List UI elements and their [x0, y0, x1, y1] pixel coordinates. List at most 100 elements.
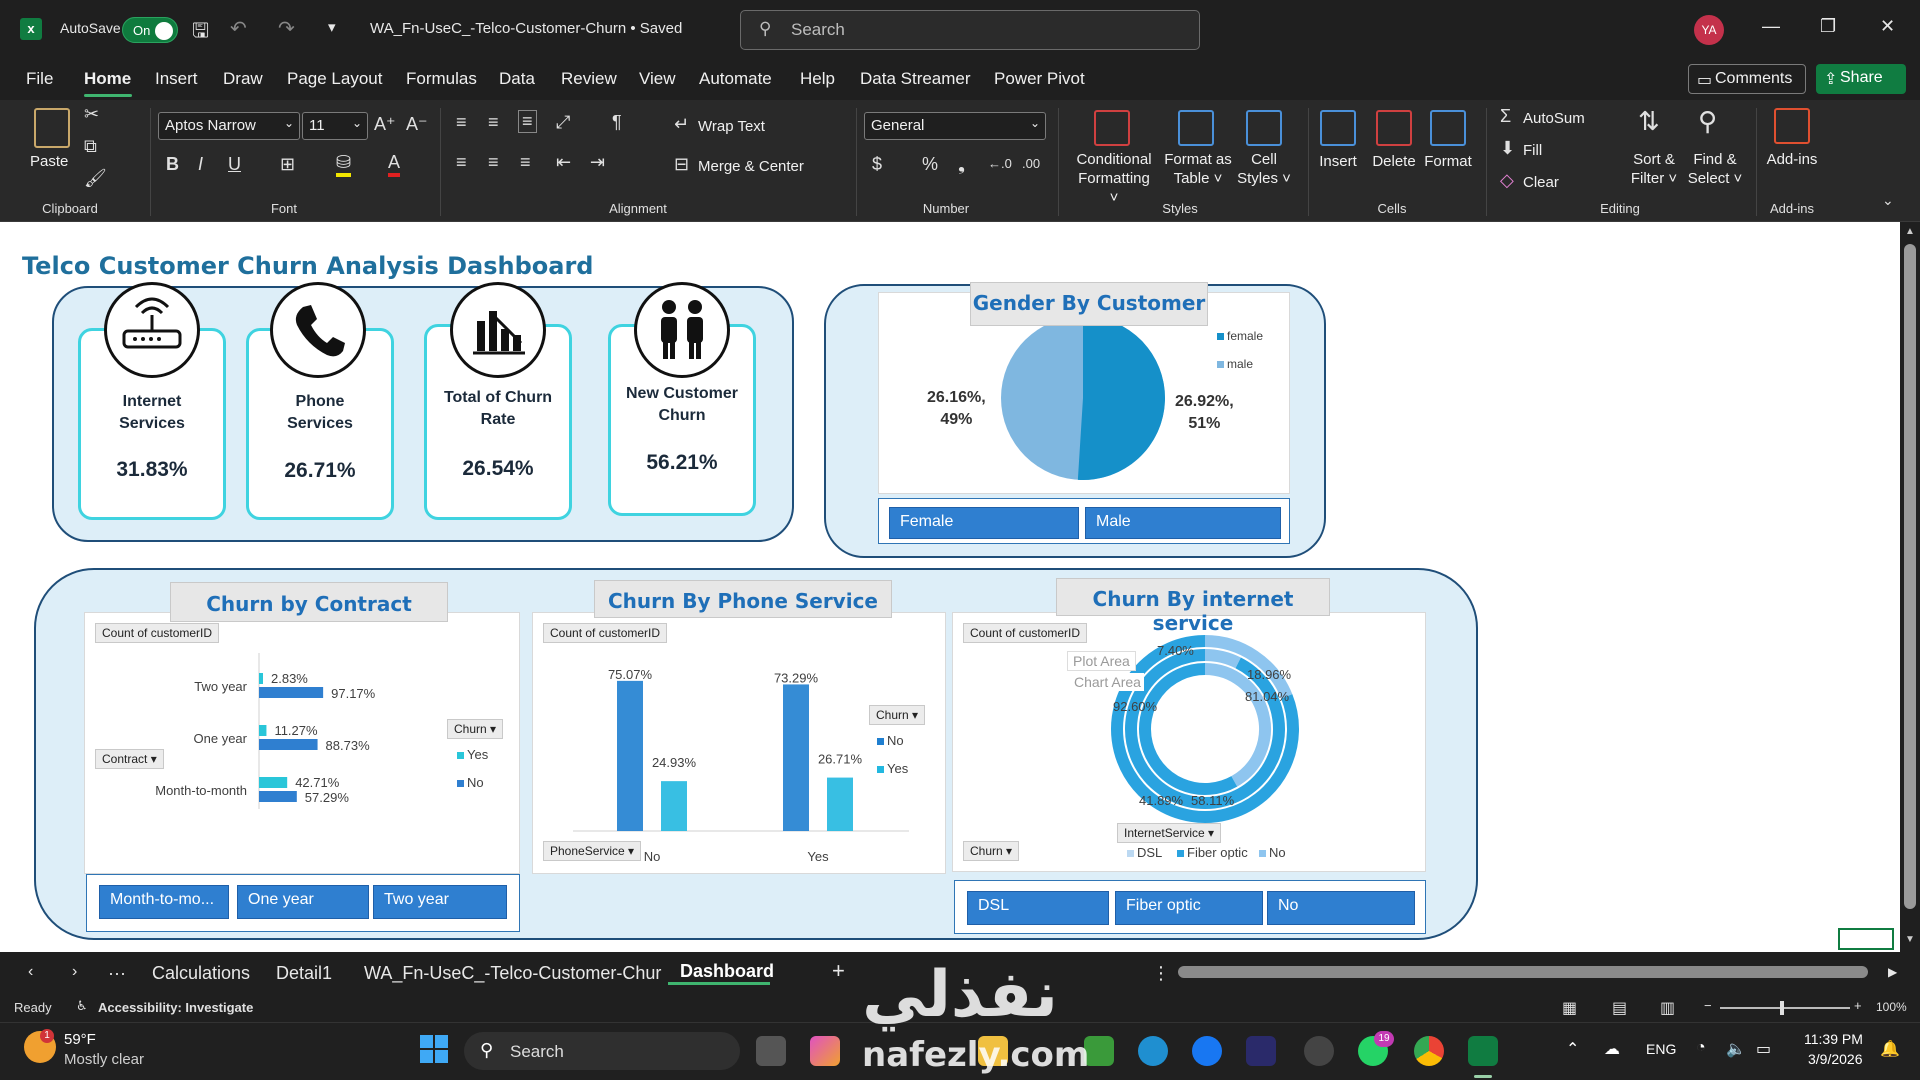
slicer-two-year[interactable]: Two year: [373, 885, 507, 919]
autosum-icon[interactable]: Σ: [1500, 106, 1511, 127]
tab-dashboard[interactable]: Dashboard: [680, 961, 774, 982]
menu-insert[interactable]: Insert: [155, 69, 198, 89]
scroll-down-icon[interactable]: ▼: [1905, 934, 1915, 945]
fill-color-icon[interactable]: ⛁: [336, 152, 352, 177]
autosave-toggle[interactable]: On: [122, 17, 178, 43]
next-sheet-icon[interactable]: ›: [72, 963, 77, 981]
edge-icon[interactable]: [1138, 1036, 1168, 1066]
decrease-indent-icon[interactable]: ⇤: [556, 152, 571, 173]
zoom-in-icon[interactable]: +: [1854, 998, 1862, 1013]
menu-automate[interactable]: Automate: [699, 69, 772, 89]
clock-time[interactable]: 11:39 PM: [1804, 1031, 1863, 1047]
zoom-out-icon[interactable]: −: [1704, 998, 1712, 1013]
add-sheet-icon[interactable]: +: [832, 958, 845, 984]
slicer-dsl[interactable]: DSL: [967, 891, 1109, 925]
add-ins-icon[interactable]: [1774, 108, 1810, 144]
scroll-up-icon[interactable]: ▲: [1905, 226, 1915, 237]
sort-filter-button[interactable]: Sort & Filter ˅: [1624, 150, 1684, 188]
menu-formulas[interactable]: Formulas: [406, 69, 477, 89]
avatar[interactable]: YA: [1694, 15, 1724, 45]
find-select-button[interactable]: Find & Select ˅: [1684, 150, 1746, 188]
notification-icon[interactable]: 🔔: [1880, 1039, 1900, 1059]
prev-sheet-icon[interactable]: ‹: [28, 963, 33, 981]
taskbar-search[interactable]: ⚲ Search: [464, 1032, 740, 1070]
slicer-one-year[interactable]: One year: [237, 885, 369, 919]
save-icon[interactable]: 🖫: [192, 16, 209, 50]
tab-calculations[interactable]: Calculations: [152, 963, 250, 984]
start-icon[interactable]: [420, 1035, 448, 1063]
close-icon[interactable]: ✕: [1880, 16, 1895, 37]
zoom-level[interactable]: 100%: [1876, 1000, 1907, 1014]
format-cells-button[interactable]: Format: [1424, 152, 1472, 171]
conditional-formatting-icon[interactable]: [1094, 110, 1130, 146]
normal-view-icon[interactable]: ▦: [1562, 998, 1577, 1018]
comma-icon[interactable]: ❟: [958, 154, 965, 175]
format-painter-icon[interactable]: 🖌: [84, 168, 107, 189]
redo-icon[interactable]: ↷: [278, 16, 295, 41]
delete-cells-icon[interactable]: [1376, 110, 1412, 146]
increase-decimal-icon[interactable]: ←.0: [988, 156, 1012, 171]
add-ins-button[interactable]: Add-ins: [1762, 150, 1822, 169]
slicer-female[interactable]: Female: [889, 507, 1079, 539]
text-direction-icon[interactable]: ¶: [612, 112, 622, 133]
tab-data-sheet[interactable]: WA_Fn-UseC_-Telco-Customer-Chur: [364, 963, 661, 984]
page-layout-view-icon[interactable]: ▤: [1612, 998, 1627, 1018]
clear-button[interactable]: Clear: [1523, 174, 1559, 191]
sort-filter-icon[interactable]: ⇅: [1638, 106, 1660, 137]
customize-qat-icon[interactable]: ▾: [328, 18, 336, 36]
language-indicator[interactable]: ENG: [1646, 1041, 1676, 1057]
copilot-icon[interactable]: [810, 1036, 840, 1066]
align-top-icon[interactable]: ≡: [456, 112, 467, 133]
wifi-icon[interactable]: ◔: [1696, 1039, 1706, 1057]
excel-taskbar-icon[interactable]: [1468, 1036, 1498, 1066]
slicer-fiber-optic[interactable]: Fiber optic: [1115, 891, 1263, 925]
facebook-icon[interactable]: [1192, 1036, 1222, 1066]
cell-styles-icon[interactable]: [1246, 110, 1282, 146]
phone-chart[interactable]: Count of customerID PhoneService ▾ Churn…: [532, 612, 946, 874]
chrome-icon[interactable]: [1414, 1036, 1444, 1066]
hscroll-right-icon[interactable]: ▶: [1888, 965, 1897, 979]
underline-icon[interactable]: U: [228, 154, 241, 175]
vertical-scrollbar[interactable]: ▲ ▼: [1900, 222, 1920, 952]
scroll-thumb[interactable]: [1904, 244, 1916, 909]
restore-icon[interactable]: ❐: [1820, 16, 1836, 37]
increase-indent-icon[interactable]: ⇥: [590, 152, 605, 173]
orientation-icon[interactable]: ⤢: [556, 112, 570, 133]
format-as-table-icon[interactable]: [1178, 110, 1214, 146]
cloud-icon[interactable]: ☁: [1604, 1039, 1620, 1059]
insert-cells-icon[interactable]: [1320, 110, 1356, 146]
menu-file[interactable]: File: [26, 69, 53, 89]
app-icon[interactable]: [1246, 1036, 1276, 1066]
format-as-table-button[interactable]: Format as Table ˅: [1158, 150, 1238, 188]
battery-icon[interactable]: ▭: [1756, 1039, 1771, 1059]
menu-draw[interactable]: Draw: [223, 69, 263, 89]
percent-icon[interactable]: %: [922, 154, 938, 175]
slicer-male[interactable]: Male: [1085, 507, 1281, 539]
decrease-decimal-icon[interactable]: .00: [1022, 156, 1040, 171]
internet-chart[interactable]: Count of customerID Churn ▾ InternetServ…: [952, 612, 1426, 872]
font-family-select[interactable]: Aptos Narrow ⌄: [158, 112, 300, 140]
wrap-text-button[interactable]: Wrap Text: [698, 118, 765, 135]
comments-button[interactable]: ▭ Comments: [1688, 64, 1806, 94]
tab-detail1[interactable]: Detail1: [276, 963, 332, 984]
tabs-options-icon[interactable]: ⋮: [1152, 963, 1170, 984]
show-hidden-icons[interactable]: ⌃: [1566, 1039, 1579, 1059]
zoom-slider[interactable]: [1720, 1007, 1850, 1009]
clock-date[interactable]: 3/9/2026: [1808, 1051, 1863, 1067]
clear-icon[interactable]: ◇: [1500, 170, 1514, 191]
undo-icon[interactable]: ↶: [230, 16, 247, 41]
wrap-text-icon[interactable]: ↵: [674, 114, 689, 135]
page-break-view-icon[interactable]: ▥: [1660, 998, 1675, 1018]
align-bottom-icon[interactable]: ≡: [518, 110, 537, 133]
share-button[interactable]: ⇪ Share: [1816, 64, 1906, 94]
align-right-icon[interactable]: ≡: [520, 152, 531, 173]
menu-data-streamer[interactable]: Data Streamer: [860, 69, 971, 89]
menu-view[interactable]: View: [639, 69, 676, 89]
slicer-month-to-month[interactable]: Month-to-mo...: [99, 885, 229, 919]
chatgpt-icon[interactable]: [1304, 1036, 1334, 1066]
more-sheets-icon[interactable]: ···: [108, 963, 126, 984]
menu-data[interactable]: Data: [499, 69, 535, 89]
insert-cells-button[interactable]: Insert: [1316, 152, 1360, 171]
align-middle-icon[interactable]: ≡: [488, 112, 499, 133]
horizontal-scrollbar[interactable]: [1178, 966, 1868, 978]
